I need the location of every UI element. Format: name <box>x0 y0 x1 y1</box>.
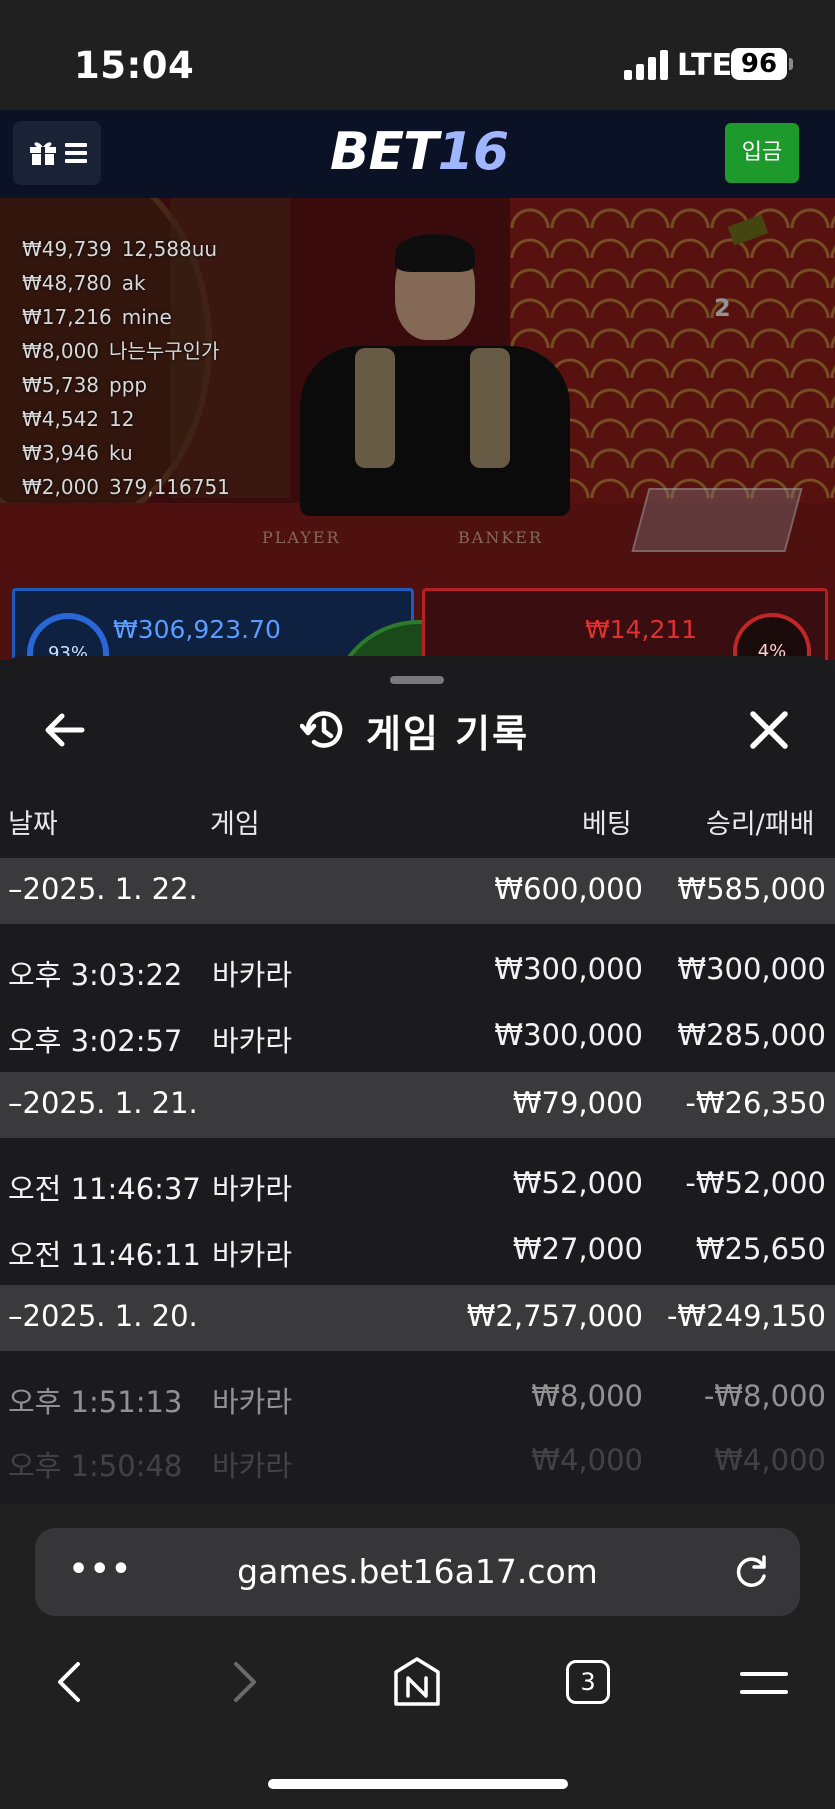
forward-nav-icon[interactable] <box>232 1660 260 1704</box>
table-row[interactable]: 오전 11:46:37 바카라 ₩52,000 -₩52,000 <box>0 1152 835 1218</box>
banker-percent-ring: 4% <box>733 613 811 660</box>
battery-icon: 96 <box>731 48 793 80</box>
game-history-sheet: 게임 기록 날짜 게임 베팅 승리/패배 –2025. 1. 22. ₩600,… <box>0 656 835 1504</box>
browser-menu-icon[interactable] <box>740 1670 788 1696</box>
history-icon <box>300 711 343 748</box>
url-text[interactable]: games.bet16a17.com <box>35 1552 800 1591</box>
winners-list: ₩49,739 12,588uu ₩48,780 ak ₩17,216 mine ₩8… <box>22 232 230 504</box>
date-group-row[interactable]: –2025. 1. 22. ₩600,000 ₩585,000 <box>0 858 835 924</box>
banker-bet-panel[interactable]: ₩14,211 4% <box>422 588 828 660</box>
table-header: 날짜 게임 베팅 승리/패배 <box>0 794 835 842</box>
status-time: 15:04 <box>74 44 195 87</box>
winner-item: ₩5,738 ppp <box>22 373 148 397</box>
bet-panels: 93% ₩306,923.70 ₩14,211 4% <box>0 588 835 660</box>
col-bet: 베팅 <box>582 809 632 840</box>
table-row[interactable]: 오후 1:51:13 바카라 ₩8,000 -₩8,000 <box>0 1365 835 1431</box>
player-amount: ₩306,923.70 <box>113 615 281 644</box>
status-bar: 15:04 LTE 96 <box>0 0 835 110</box>
home-icon[interactable] <box>392 1656 442 1708</box>
signal-icon <box>624 50 668 80</box>
table-row[interactable]: 오전 11:46:11 바카라 ₩27,000 ₩25,650 <box>0 1218 835 1284</box>
game-video[interactable]: PLAYER BANKER 2 ₩49,739 12,588uu ₩48,780 a… <box>0 198 835 660</box>
sheet-grabber[interactable] <box>390 676 444 684</box>
col-result: 승리/패배 <box>706 809 815 840</box>
brand-logo[interactable]: BET16 <box>330 122 509 182</box>
reload-icon[interactable] <box>731 1552 771 1592</box>
table-row[interactable]: 오후 3:03:22 바카라 ₩300,000 ₩300,000 <box>0 938 835 1004</box>
menu-button[interactable] <box>13 121 101 185</box>
hamburger-icon <box>65 143 87 163</box>
winner-item: ₩49,739 12,588uu <box>22 237 218 261</box>
banker-amount: ₩14,211 <box>585 615 698 644</box>
winner-item: ₩2,000 379,116751 <box>22 475 230 499</box>
winner-item: ₩17,216 mine <box>22 305 172 329</box>
home-indicator <box>268 1779 568 1789</box>
tabs-count-button[interactable]: 3 <box>566 1660 610 1704</box>
gift-icon <box>30 142 56 165</box>
deposit-button[interactable]: 입금 <box>725 123 799 183</box>
date-group-row[interactable]: –2025. 1. 21. ₩79,000 -₩26,350 <box>0 1072 835 1138</box>
back-nav-icon[interactable] <box>54 1660 82 1704</box>
winner-item: ₩8,000 나는누구인가 <box>22 339 220 363</box>
address-bar[interactable]: ••• games.bet16a17.com <box>35 1528 800 1616</box>
winner-item: ₩4,542 12 <box>22 407 135 431</box>
col-game: 게임 <box>210 809 260 840</box>
player-percent-ring: 93% <box>27 613 109 660</box>
winner-item: ₩3,946 ku <box>22 441 133 465</box>
browser-toolbar: ••• games.bet16a17.com 3 <box>0 1504 835 1809</box>
date-group-row[interactable]: –2025. 1. 20. ₩2,757,000 -₩249,150 <box>0 1285 835 1351</box>
network-type: LTE <box>677 48 733 83</box>
back-arrow-icon[interactable] <box>40 706 88 754</box>
winner-item: ₩48,780 ak <box>22 271 146 295</box>
table-row[interactable]: 오후 3:02:57 바카라 ₩300,000 ₩285,000 <box>0 1004 835 1070</box>
col-date: 날짜 <box>8 809 58 840</box>
close-icon[interactable] <box>745 706 793 754</box>
app-header: BET16 입금 <box>0 110 835 198</box>
sheet-title: 게임 기록 <box>300 702 529 758</box>
table-row[interactable]: 오후 1:50:48 바카라 ₩4,000 ₩4,000 <box>0 1429 835 1495</box>
